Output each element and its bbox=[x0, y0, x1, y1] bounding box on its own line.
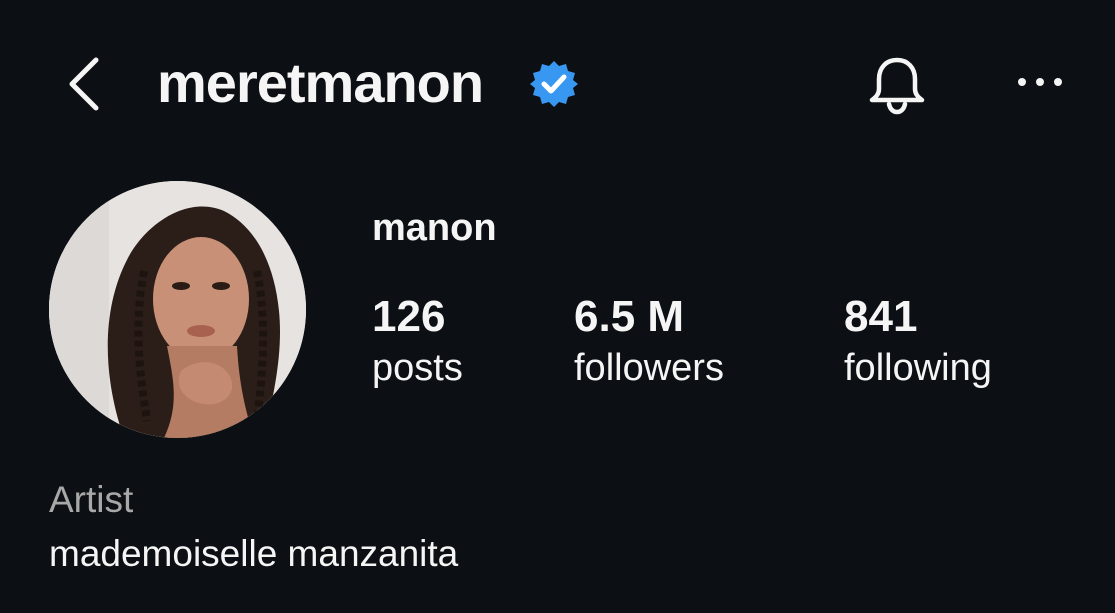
following-count: 841 bbox=[844, 292, 918, 341]
profile-bio: mademoiselle manzanita bbox=[49, 533, 459, 574]
posts-label: posts bbox=[372, 347, 463, 389]
followers-label: followers bbox=[574, 347, 724, 389]
more-options-button[interactable] bbox=[1010, 62, 1070, 102]
posts-stat[interactable]: 126 posts bbox=[372, 290, 463, 392]
posts-count: 126 bbox=[372, 292, 446, 341]
ellipsis-icon bbox=[1018, 78, 1062, 86]
followers-stat[interactable]: 6.5 M followers bbox=[574, 290, 724, 392]
profile-header: meretmanon bbox=[0, 0, 1115, 170]
profile-photo bbox=[49, 181, 306, 438]
avatar[interactable] bbox=[49, 181, 306, 438]
display-name: manon bbox=[372, 207, 497, 249]
bell-icon bbox=[869, 57, 925, 115]
following-label: following bbox=[844, 347, 992, 389]
followers-count: 6.5 M bbox=[574, 292, 685, 341]
back-button[interactable] bbox=[62, 52, 106, 116]
following-stat[interactable]: 841 following bbox=[844, 290, 992, 392]
chevron-left-icon bbox=[69, 57, 99, 111]
verified-badge-icon bbox=[528, 58, 580, 110]
profile-username: meretmanon bbox=[157, 51, 484, 114]
notifications-button[interactable] bbox=[864, 52, 930, 118]
profile-category: Artist bbox=[49, 479, 134, 520]
